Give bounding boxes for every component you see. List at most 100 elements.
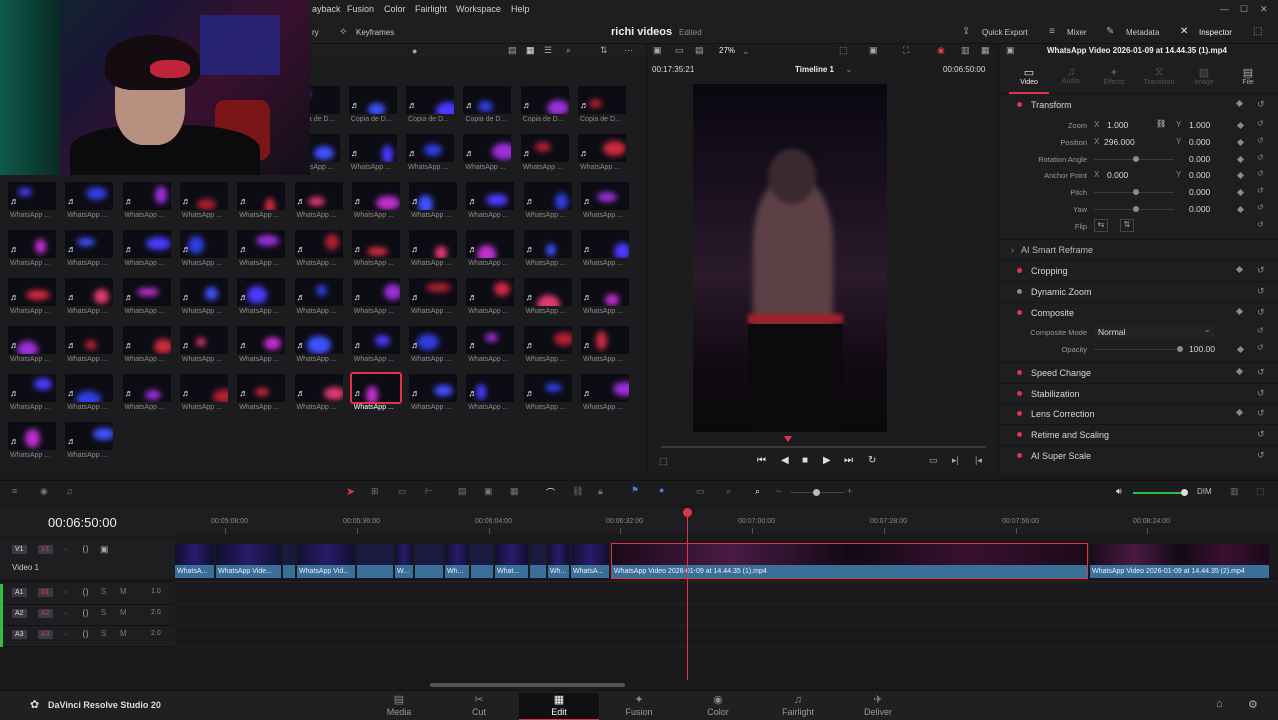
- composite-section[interactable]: Composite ↺: [999, 302, 1278, 322]
- media-pool-clip[interactable]: ♬ WhatsApp ...: [294, 278, 345, 320]
- zoom-custom-icon[interactable]: ⌕: [755, 486, 760, 497]
- media-pool-clip[interactable]: ♬ WhatsApp ...: [65, 422, 115, 464]
- media-pool-clip[interactable]: ♬ WhatsApp ...: [523, 278, 574, 320]
- auto-select-icon[interactable]: ⟨⟩: [82, 587, 89, 598]
- keyframe-icon[interactable]: [1236, 121, 1245, 130]
- page-color[interactable]: ◉ Color: [678, 693, 758, 720]
- enable-dot[interactable]: [1017, 411, 1022, 416]
- media-pool-clip[interactable]: ♬ WhatsApp ...: [65, 326, 115, 368]
- transform-section[interactable]: Transform ↺: [999, 95, 1278, 115]
- quick-export-icon[interactable]: ⇪: [962, 26, 970, 37]
- media-pool-clip[interactable]: ♬ WhatsApp ...: [581, 182, 631, 224]
- keyframe-icon[interactable]: [1236, 205, 1245, 214]
- media-pool-clip[interactable]: ♬ WhatsApp ...: [179, 278, 230, 320]
- viewer-layout-icon[interactable]: ▣: [653, 45, 662, 56]
- yaw-field[interactable]: 0.000: [1189, 204, 1210, 214]
- grid-view-icon[interactable]: ▦: [526, 45, 535, 56]
- solo-icon[interactable]: S: [101, 629, 106, 638]
- reset-icon[interactable]: ↺: [1257, 186, 1264, 195]
- timeline-clip[interactable]: [282, 543, 296, 579]
- media-pool-clip[interactable]: ♬ WhatsApp ...: [237, 278, 287, 320]
- media-pool-clip[interactable]: ♬ WhatsApp ...: [523, 182, 574, 224]
- solo-icon[interactable]: S: [101, 587, 106, 596]
- enable-dot[interactable]: [1017, 289, 1022, 294]
- slider-knob[interactable]: [813, 489, 820, 496]
- media-pool-clip[interactable]: ♬ WhatsApp ...: [466, 230, 516, 272]
- audio-source-badge[interactable]: A1: [12, 588, 27, 597]
- link-icon[interactable]: ⛓: [572, 486, 583, 497]
- keyframe-icon[interactable]: [1236, 345, 1245, 354]
- lock-icon[interactable]: ▫: [64, 608, 67, 618]
- timeline-clip[interactable]: [414, 543, 444, 579]
- zoom-x-field[interactable]: 1.000: [1107, 120, 1128, 130]
- menu-help[interactable]: Help: [511, 4, 530, 14]
- slider-knob[interactable]: [1133, 206, 1139, 212]
- search-icon[interactable]: ⌕: [566, 45, 571, 56]
- reset-icon[interactable]: ↺: [1257, 99, 1265, 110]
- zoom-y-field[interactable]: 1.000: [1189, 120, 1210, 130]
- media-pool-clip[interactable]: ♬ Copia de D...: [406, 86, 456, 128]
- timeline-clip[interactable]: WhatsApp Vide...: [215, 543, 282, 579]
- timeline-clip[interactable]: WhatsA...: [570, 543, 610, 579]
- audio-source-badge[interactable]: A2: [12, 609, 27, 618]
- composite-mode-select[interactable]: Normal ⌄: [1094, 325, 1214, 339]
- settings-icon[interactable]: ⚙: [1248, 698, 1258, 711]
- keyframe-icon[interactable]: [1236, 171, 1245, 180]
- slider-handle[interactable]: ●: [412, 46, 417, 56]
- more-icon[interactable]: ⋯: [624, 45, 633, 56]
- enable-dot[interactable]: [1017, 370, 1022, 375]
- enable-dot[interactable]: [1017, 453, 1022, 458]
- media-pool-clip[interactable]: ♬ WhatsApp ...: [349, 372, 402, 416]
- overwrite-icon[interactable]: ▣: [484, 486, 493, 497]
- media-pool-clip[interactable]: ♬ WhatsApp ...: [520, 134, 571, 176]
- media-pool-clip[interactable]: ♬ WhatsApp ...: [179, 182, 230, 224]
- metadata-button[interactable]: Metadata: [1126, 28, 1159, 37]
- opacity-field[interactable]: 100.00: [1189, 344, 1215, 354]
- audio-source-badge[interactable]: A3: [12, 630, 27, 639]
- anchor-x-field[interactable]: 0.000: [1107, 170, 1128, 180]
- layout-icon[interactable]: ▥: [961, 45, 970, 56]
- media-pool-clip[interactable]: ♬ WhatsApp ...: [351, 230, 402, 272]
- zoom-in-icon[interactable]: +: [847, 486, 852, 496]
- view-icon[interactable]: ◉: [40, 486, 48, 497]
- layout-icon[interactable]: ≡: [12, 486, 17, 496]
- media-pool-clip[interactable]: ♬ WhatsApp ...: [294, 374, 345, 416]
- media-pool-clip[interactable]: ♬ WhatsApp ...: [351, 326, 402, 368]
- dynamic-trim-icon[interactable]: ▭: [398, 486, 407, 497]
- reset-icon[interactable]: ↺: [1257, 343, 1264, 352]
- position-y-field[interactable]: 0.000: [1189, 137, 1210, 147]
- media-pool-clip[interactable]: ♬ WhatsApp ...: [237, 230, 287, 272]
- media-pool-clip[interactable]: ♬ WhatsApp ...: [179, 326, 230, 368]
- flip-horizontal-icon[interactable]: ⇆: [1094, 219, 1108, 232]
- next-edit-icon[interactable]: ▸|: [952, 455, 959, 466]
- enable-dot[interactable]: [1017, 432, 1022, 437]
- blade-tool-icon[interactable]: ⊢: [425, 486, 433, 497]
- viewer-size-icon[interactable]: ▭: [675, 45, 684, 56]
- tab-transition[interactable]: ⧖ Transition: [1139, 66, 1179, 86]
- media-pool-clip[interactable]: ♬ WhatsApp ...: [65, 230, 115, 272]
- media-pool-clip[interactable]: ♬ WhatsApp ...: [466, 326, 516, 368]
- media-pool-clip[interactable]: ♬ WhatsApp ...: [8, 278, 58, 320]
- media-pool-clip[interactable]: ♬ WhatsApp ...: [523, 326, 574, 368]
- media-pool-clip[interactable]: ♬ WhatsApp ...: [409, 278, 459, 320]
- dynamic-zoom-section[interactable]: Dynamic Zoom ↺: [999, 281, 1278, 301]
- timeline-clip[interactable]: Wh...: [444, 543, 470, 579]
- media-pool-clip[interactable]: ♬ WhatsApp ...: [406, 134, 456, 176]
- media-pool-clip[interactable]: ♬ WhatsApp ...: [8, 422, 58, 464]
- reset-icon[interactable]: ↺: [1257, 429, 1265, 440]
- home-icon[interactable]: ⌂: [1216, 698, 1223, 710]
- reset-icon[interactable]: ↺: [1257, 307, 1265, 318]
- mute-icon[interactable]: M: [120, 587, 127, 596]
- media-pool-clip[interactable]: ♬ WhatsApp ...: [294, 182, 345, 224]
- viewer-scrubber[interactable]: [661, 446, 986, 448]
- timeline-select[interactable]: Timeline 1: [795, 65, 834, 74]
- tab-effects[interactable]: ✦ Effects: [1094, 66, 1134, 86]
- replace-icon[interactable]: ▦: [510, 486, 519, 497]
- auto-select-icon[interactable]: ⟨⟩: [82, 629, 89, 640]
- solo-icon[interactable]: S: [101, 608, 106, 617]
- reset-icon[interactable]: ↺: [1257, 367, 1265, 378]
- trim-tool-icon[interactable]: ⊞: [371, 486, 379, 497]
- media-pool-clip[interactable]: ♬ WhatsApp ...: [122, 230, 173, 272]
- reset-icon[interactable]: ↺: [1257, 388, 1265, 399]
- media-pool-clip[interactable]: ♬ WhatsApp ...: [179, 374, 230, 416]
